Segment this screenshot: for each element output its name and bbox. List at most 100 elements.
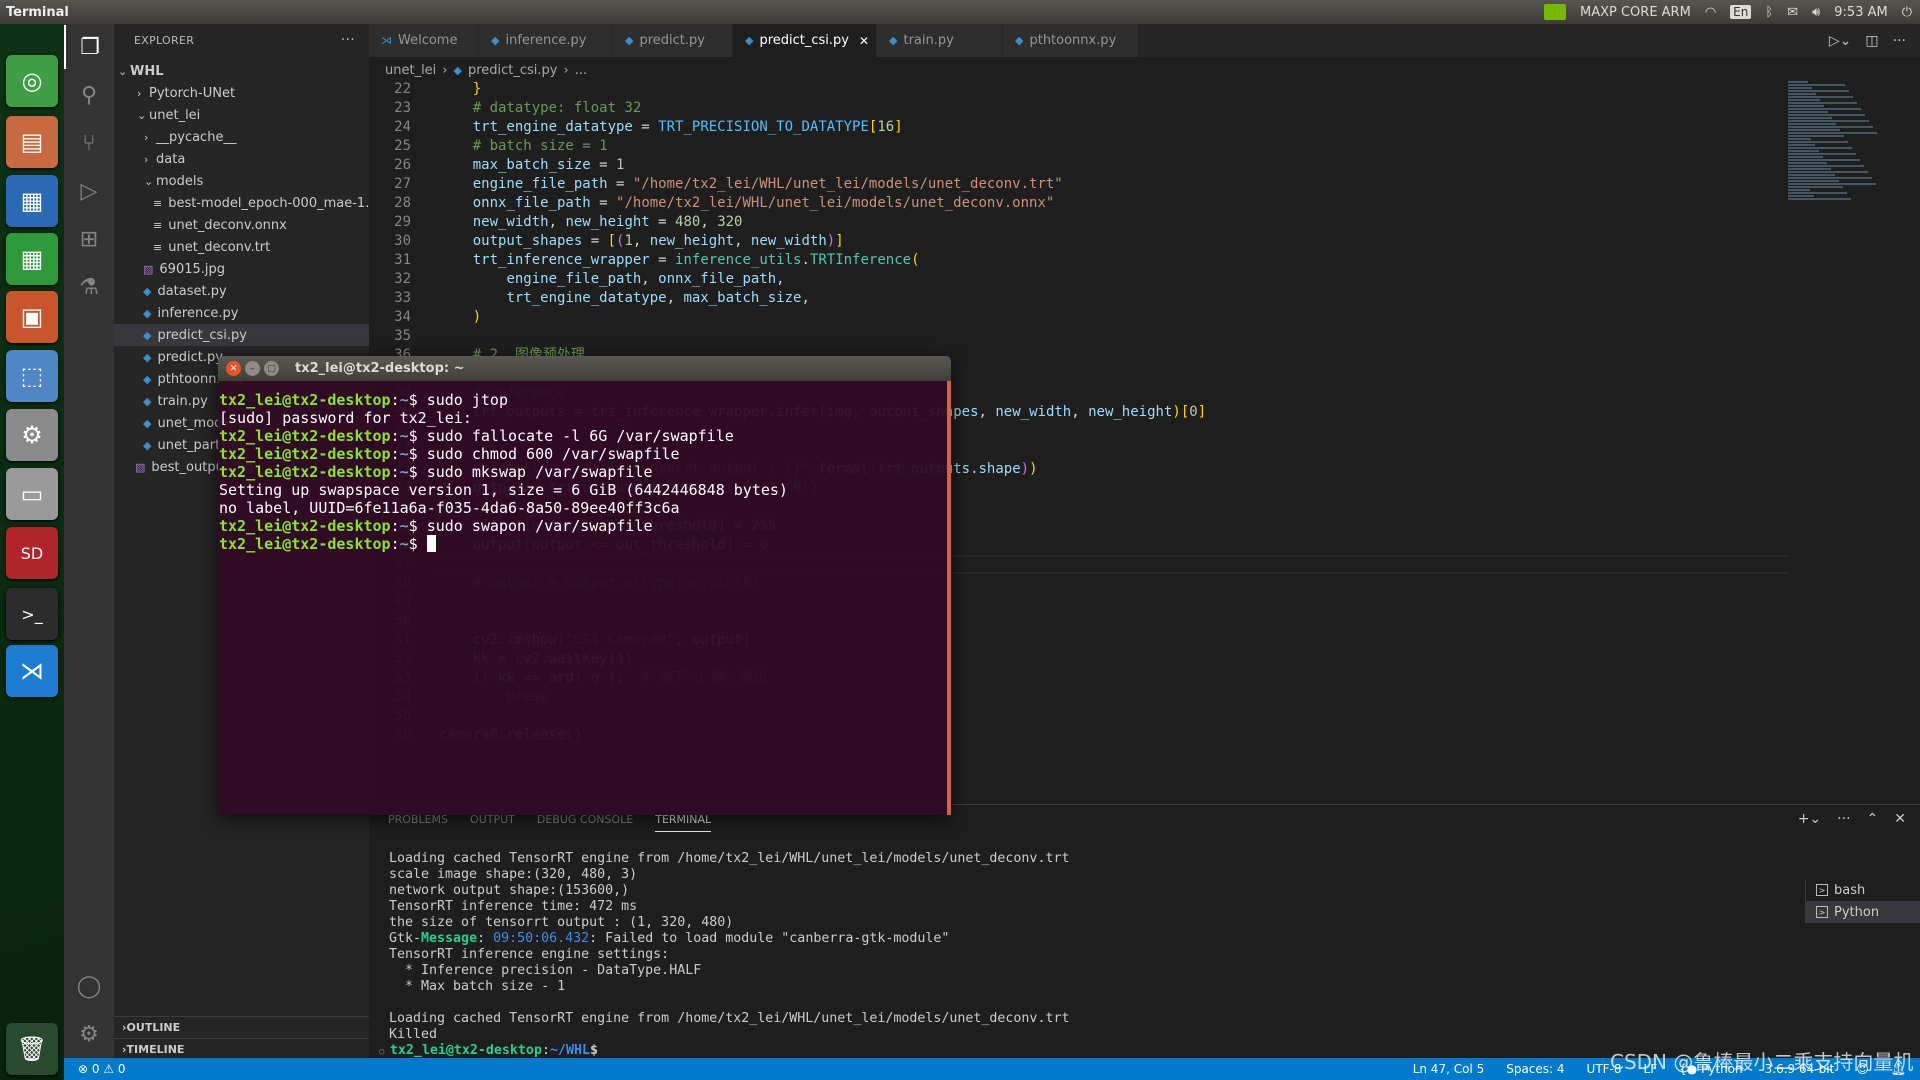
gtk-tag: Message [421, 931, 478, 946]
panel-tab-debug-console[interactable]: DEBUG CONSOLE [537, 813, 633, 832]
terminal-titlebar[interactable]: ✕ – □ tx2_lei@tx2-desktop: ~ [218, 356, 951, 381]
terminal-line: tx2_lei@tx2-desktop:~$ sudo mkswap /var/… [219, 463, 947, 481]
problems-status[interactable]: ⊗ 0 ⚠ 0 [64, 1062, 126, 1076]
power-mode-indicator[interactable]: MAXP CORE ARM [1580, 5, 1691, 20]
tree-item[interactable]: › data [114, 148, 369, 170]
more-actions-icon[interactable]: ··· [1837, 811, 1850, 827]
minimize-window-icon[interactable]: – [245, 361, 260, 376]
terminal-content[interactable]: tx2_lei@tx2-desktop:~$ sudo jtop [sudo] p… [218, 381, 951, 815]
tree-item[interactable]: › __pycache__ [114, 126, 369, 148]
code-token: , [1071, 404, 1089, 420]
writer-launcher-icon[interactable]: ▦ [6, 175, 58, 227]
breadcrumb-folder[interactable]: unet_lei [385, 63, 436, 78]
minimap[interactable] [1788, 80, 1898, 220]
terminal-window[interactable]: ✕ – □ tx2_lei@tx2-desktop: ~ tx2_lei@tx2… [218, 356, 951, 815]
volume-icon[interactable]: 🔊︎ [1812, 5, 1820, 20]
more-actions-icon[interactable]: ··· [341, 32, 355, 48]
panel-tab-problems[interactable]: PROBLEMS [388, 813, 448, 832]
power-icon[interactable]: ⏻ [1902, 5, 1912, 20]
terminal-line: tx2_lei@tx2-desktop:~$ [219, 535, 947, 553]
tree-item[interactable]: ◆ inference.py [114, 302, 369, 324]
timeline-label: TIMELINE [126, 1043, 185, 1056]
close-tab-icon[interactable]: ✕ [859, 34, 869, 48]
tree-item[interactable]: ≡ unet_deconv.onnx [114, 214, 369, 236]
code-token: max_batch_size [472, 157, 591, 173]
tab-pthtoonnx-py[interactable]: ◆ pthtoonnx.py [1003, 24, 1139, 57]
panel-tab-output[interactable]: OUTPUT [470, 813, 515, 832]
indentation[interactable]: Spaces: 4 [1506, 1062, 1564, 1076]
cursor-position[interactable]: Ln 47, Col 5 [1413, 1062, 1485, 1076]
timeline-section[interactable]: › TIMELINE [114, 1038, 369, 1060]
trash-icon[interactable]: 🗑 [6, 1023, 58, 1075]
terminal-output-line: TensorRT inference time: 472 ms [389, 899, 638, 914]
tab-inference-py[interactable]: ◆ inference.py [479, 24, 613, 57]
sd-card-launcher-icon[interactable]: SD [6, 527, 58, 579]
breadcrumb-file[interactable]: predict_csi.py [468, 63, 558, 78]
wifi-icon[interactable]: ◠ [1705, 5, 1716, 20]
clock[interactable]: 9:53 AM [1834, 5, 1887, 20]
source-control-icon[interactable]: ⑂ [64, 121, 114, 165]
run-icon[interactable]: ▷⌄ [1829, 33, 1852, 49]
drive-launcher-icon[interactable]: ▭ [6, 468, 58, 520]
impress-launcher-icon[interactable]: ▣ [6, 291, 58, 343]
tab-train-py[interactable]: ◆ train.py [877, 24, 1003, 57]
tree-item[interactable]: ⌄ unet_lei [114, 104, 369, 126]
nvidia-icon[interactable] [1543, 4, 1566, 20]
software-launcher-icon[interactable]: ⬚ [6, 350, 58, 402]
integrated-terminal-output[interactable]: Loading cached TensorRT engine from /hom… [379, 851, 1069, 1059]
editor-tabs: ⋊ Welcome ◆ inference.py ◆ predict.py ◆ predict… [369, 24, 1920, 57]
python-file-icon: ◆ [143, 416, 152, 430]
tree-item[interactable]: ≡ best-model_epoch-000_mae-1.0... [114, 192, 369, 214]
terminal-instance-python[interactable]: > Python [1806, 901, 1920, 923]
code-token: new_height [1088, 404, 1173, 420]
split-editor-icon[interactable]: ◫ [1865, 33, 1878, 49]
breadcrumb-symbol[interactable]: ... [575, 63, 587, 78]
close-window-icon[interactable]: ✕ [226, 361, 241, 376]
ubuntu-dash-launcher-icon[interactable]: ◎ [6, 55, 58, 107]
tab-predict-py[interactable]: ◆ predict.py [613, 24, 733, 57]
testing-icon[interactable]: ⚗ [64, 265, 114, 309]
tab-predict_csi-py[interactable]: ◆ predict_csi.py ✕ [733, 24, 877, 57]
terminal-output-line: Killed [389, 1027, 438, 1042]
panel-tab-terminal[interactable]: TERMINAL [655, 813, 712, 832]
vscode-launcher-icon[interactable]: ⋊ [6, 645, 58, 697]
settings-launcher-icon[interactable]: ⚙ [6, 409, 58, 461]
code-token: "/home/tx2_lei/WHL/unet_lei/models/unet_… [632, 176, 1063, 192]
input-language[interactable]: En [1730, 5, 1752, 19]
settings-gear-icon[interactable]: ⚙ [64, 1012, 114, 1056]
files-launcher-icon[interactable]: ▤ [6, 116, 58, 168]
maximize-window-icon[interactable]: □ [264, 361, 279, 376]
tree-item[interactable]: ⌄ WHL [114, 60, 369, 82]
tree-item[interactable]: ⌄ models [114, 170, 369, 192]
tree-item[interactable]: ◆ dataset.py [114, 280, 369, 302]
terminal-icon: > [1816, 884, 1828, 896]
minimap-line [1788, 117, 1832, 119]
tab-welcome[interactable]: ⋊ Welcome [369, 24, 479, 57]
active-app-name[interactable]: Terminal [0, 5, 69, 20]
tree-item[interactable]: ≡ unet_deconv.trt [114, 236, 369, 258]
outline-section[interactable]: › OUTLINE [114, 1016, 369, 1038]
terminal-launcher-icon[interactable]: >_ [6, 588, 58, 640]
calc-launcher-icon[interactable]: ▦ [6, 233, 58, 285]
tree-item[interactable]: ◆ predict_csi.py [114, 324, 369, 346]
prompt-user: tx2_lei@tx2-desktop [219, 445, 391, 463]
tree-item[interactable]: › Pytorch-UNet [114, 82, 369, 104]
close-panel-icon[interactable]: ✕ [1894, 811, 1906, 827]
account-icon[interactable]: ◯ [64, 964, 114, 1008]
extensions-icon[interactable]: ⊞ [64, 217, 114, 261]
explorer-icon[interactable]: ❐ [64, 25, 114, 69]
terminal-instance-bash[interactable]: > bash [1806, 879, 1920, 901]
prompt-user: tx2_lei@tx2-desktop [219, 391, 391, 409]
code-token: [ [607, 233, 617, 249]
mail-icon[interactable]: ✉ [1787, 5, 1798, 20]
minimap-line [1788, 81, 1808, 83]
search-icon[interactable]: ⚲ [64, 73, 114, 117]
maximize-panel-icon[interactable]: ⌃ [1867, 811, 1879, 827]
terminal-line: tx2_lei@tx2-desktop:~$ sudo fallocate -l… [219, 427, 947, 445]
tree-item[interactable]: ▧ 69015.jpg [114, 258, 369, 280]
run-debug-icon[interactable]: ▷ [64, 169, 114, 213]
more-actions-icon[interactable]: ··· [1893, 33, 1906, 49]
line-number: 33 [394, 290, 411, 306]
bluetooth-icon[interactable]: ᛒ [1765, 5, 1773, 20]
new-terminal-icon[interactable]: +⌄ [1798, 811, 1821, 827]
